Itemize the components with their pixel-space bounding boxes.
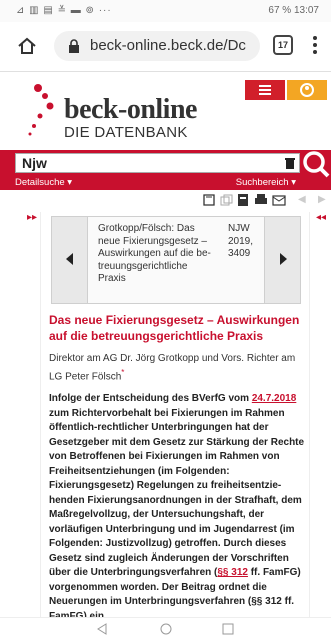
bookmark-icon[interactable]: [202, 194, 216, 206]
lock-icon: [69, 39, 79, 53]
search-area: Njw Detailsuche ▾ Suchbereich ▾: [0, 150, 331, 190]
user-icon: [300, 83, 314, 97]
back-icon[interactable]: [96, 623, 108, 635]
document-content: Grotkopp/Fölsch: Das neue Fixierungsgese…: [40, 212, 310, 617]
logo-sub: DIE DATENBANK: [64, 124, 188, 141]
recents-icon[interactable]: [222, 623, 234, 635]
search-input[interactable]: Njw: [15, 153, 300, 173]
detail-search-link[interactable]: Detailsuche ▾: [15, 177, 72, 188]
article-authors: Direktor am AG Dr. Jörg Grotkopp und Vor…: [49, 353, 296, 383]
next-document-button[interactable]: [264, 217, 300, 303]
status-bar: ⊿ ▥ ▤ ≚ ▬ ⊚ ··· 67 % 13:07: [0, 0, 331, 22]
left-collapse-icon[interactable]: ▸▸: [27, 212, 37, 223]
section-link[interactable]: §§ 312: [217, 567, 248, 578]
logo-dots-icon: [28, 84, 54, 136]
mail-icon[interactable]: [272, 194, 286, 206]
article-abstract: Infolge der Entscheidung des BVerfG vom …: [49, 393, 305, 617]
right-collapse-icon[interactable]: ◂◂: [316, 212, 326, 223]
next-doc-icon[interactable]: ▶: [318, 194, 326, 205]
logo-main: beck-online: [64, 94, 197, 125]
search-area-dropdown[interactable]: Suchbereich ▾: [236, 177, 296, 188]
prev-doc-icon[interactable]: ◀: [298, 194, 306, 205]
battery-clock: 67 % 13:07: [268, 5, 319, 16]
home-icon[interactable]: [16, 35, 38, 57]
url-text: beck-online.beck.de/Dc: [90, 37, 246, 54]
print-icon[interactable]: [254, 194, 268, 206]
search-icon[interactable]: [302, 150, 330, 178]
user-button[interactable]: [287, 80, 327, 100]
url-field[interactable]: beck-online.beck.de/Dc: [54, 31, 260, 61]
prev-document-button[interactable]: [52, 217, 88, 303]
document-navigator: Grotkopp/Fölsch: Das neue Fixierungsgese…: [51, 216, 301, 304]
tab-switcher-button[interactable]: 17: [273, 35, 293, 55]
nav-citation: NJW 2019, 3409: [228, 223, 254, 259]
document-toolbar: ◀ ▶: [0, 190, 331, 210]
nav-title: Grotkopp/Fölsch: Das neue Fixierungsgese…: [98, 223, 211, 284]
trash-icon[interactable]: [285, 157, 295, 169]
home-nav-icon[interactable]: [160, 623, 172, 635]
article-title: Das neue Fixierungsgesetz – Auswirkungen…: [49, 313, 300, 343]
author-footnote-link[interactable]: *: [121, 368, 124, 377]
android-nav-bar: [0, 617, 331, 640]
browser-bar: beck-online.beck.de/Dc 17: [0, 22, 331, 72]
pdf-icon[interactable]: [236, 194, 250, 206]
overflow-menu-icon[interactable]: [312, 34, 318, 58]
site-menu-button[interactable]: [245, 80, 285, 100]
status-icons: ⊿ ▥ ▤ ≚ ▬ ⊚ ···: [16, 5, 112, 16]
site-header: beck-online DIE DATENBANK: [0, 72, 331, 150]
decision-date-link[interactable]: 24.7.2018: [252, 393, 297, 404]
copy-icon[interactable]: [220, 194, 234, 206]
